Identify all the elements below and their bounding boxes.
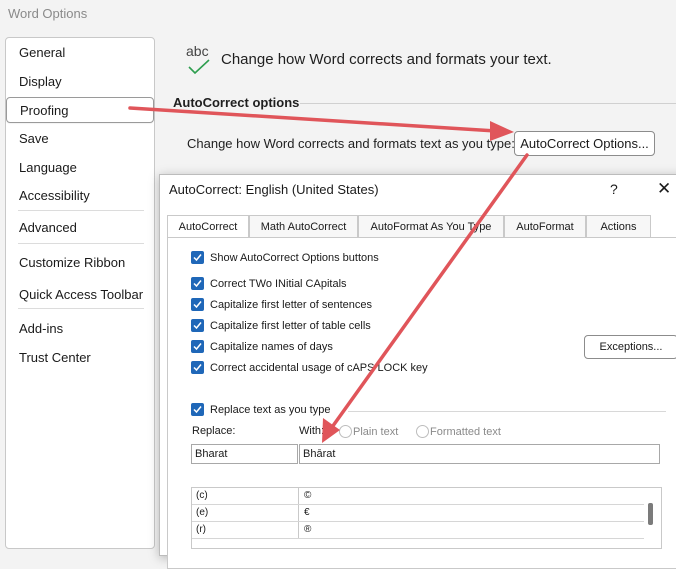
sidebar-item-save[interactable]: Save xyxy=(6,126,154,152)
sidebar-divider xyxy=(18,308,144,309)
autocorrect-description: Change how Word corrects and formats tex… xyxy=(187,136,515,151)
checkbox-checked-icon[interactable] xyxy=(191,277,204,290)
checkbox-checked-icon[interactable] xyxy=(191,361,204,374)
checkbox-checked-icon[interactable] xyxy=(191,403,204,416)
sidebar-divider xyxy=(18,210,144,211)
sidebar-item-trust-center[interactable]: Trust Center xyxy=(6,345,154,371)
checkbox-checked-icon[interactable] xyxy=(191,298,204,311)
column-divider xyxy=(298,488,299,504)
help-icon[interactable]: ? xyxy=(610,181,618,197)
column-divider xyxy=(298,522,299,538)
option-label: Correct TWo INitial CApitals xyxy=(210,278,347,290)
sidebar-item-add-ins[interactable]: Add-ins xyxy=(6,316,154,342)
column-divider xyxy=(298,505,299,521)
tab-autocorrect[interactable]: AutoCorrect xyxy=(167,215,249,238)
option-label: Capitalize names of days xyxy=(210,341,333,353)
window-title: Word Options xyxy=(8,6,88,21)
exceptions-button[interactable]: Exceptions... xyxy=(584,335,676,359)
sidebar-item-proofing[interactable]: Proofing xyxy=(6,97,154,123)
sidebar-item-display[interactable]: Display xyxy=(6,69,154,95)
autocorrect-dialog: AutoCorrect: English (United States) ? ✕… xyxy=(159,174,676,569)
close-icon[interactable]: ✕ xyxy=(657,179,671,199)
replace-cell: (r) xyxy=(196,524,206,535)
formatted-text-label: Formatted text xyxy=(430,426,501,438)
checkbox-checked-icon[interactable] xyxy=(191,340,204,353)
tab-autoformat[interactable]: AutoFormat xyxy=(504,215,586,237)
table-row[interactable]: (r) ® xyxy=(192,522,644,539)
with-cell: ® xyxy=(304,524,312,535)
sidebar: General Display Proofing Save Language A… xyxy=(5,37,155,549)
checkmark-icon xyxy=(188,59,210,75)
sidebar-item-quick-access-toolbar[interactable]: Quick Access Toolbar xyxy=(6,282,154,308)
with-cell: © xyxy=(304,490,312,501)
sidebar-item-customize-ribbon[interactable]: Customize Ribbon xyxy=(6,250,154,276)
arrow-to-autocorrect-button xyxy=(128,106,498,133)
autocorrect-options-button[interactable]: AutoCorrect Options... xyxy=(514,131,655,156)
option-label: Capitalize first letter of table cells xyxy=(210,320,371,332)
table-row[interactable]: (c) © xyxy=(192,488,644,505)
option-label: Correct accidental usage of cAPS LOCK ke… xyxy=(210,362,428,374)
tab-autoformat-as-you-type[interactable]: AutoFormat As You Type xyxy=(358,215,504,237)
sidebar-item-accessibility[interactable]: Accessibility xyxy=(6,183,154,209)
with-input[interactable]: Bhārat xyxy=(299,444,660,464)
with-label: With: xyxy=(299,425,325,437)
sidebar-item-language[interactable]: Language xyxy=(6,155,154,181)
replace-label: Replace: xyxy=(192,425,236,437)
with-cell: € xyxy=(304,507,310,518)
replacement-list[interactable]: (c) © (e) € (r) ® xyxy=(191,487,662,549)
tab-actions[interactable]: Actions xyxy=(586,215,651,237)
checkbox-checked-icon[interactable] xyxy=(191,251,204,264)
sidebar-item-general[interactable]: General xyxy=(6,40,154,66)
autocorrect-section-title: AutoCorrect options xyxy=(173,95,300,110)
option-label: Replace text as you type xyxy=(210,404,331,416)
plain-text-label: Plain text xyxy=(353,426,399,438)
sidebar-divider xyxy=(18,243,144,244)
option-label: Show AutoCorrect Options buttons xyxy=(210,252,379,264)
replace-cell: (c) xyxy=(196,490,208,501)
group-divider xyxy=(348,411,666,412)
replace-cell: (e) xyxy=(196,507,209,518)
section-divider xyxy=(300,103,676,104)
plain-text-radio[interactable] xyxy=(339,425,352,438)
option-label: Capitalize first letter of sentences xyxy=(210,299,373,311)
list-scrollbar[interactable] xyxy=(648,503,653,525)
table-row[interactable]: (e) € xyxy=(192,505,644,522)
header-description: Change how Word corrects and formats you… xyxy=(221,51,552,68)
formatted-text-radio[interactable] xyxy=(416,425,429,438)
dialog-title: AutoCorrect: English (United States) xyxy=(169,182,379,197)
tab-strip: AutoCorrect Math AutoCorrect AutoFormat … xyxy=(167,215,651,238)
replace-input[interactable]: Bharat xyxy=(191,444,298,464)
tab-math-autocorrect[interactable]: Math AutoCorrect xyxy=(249,215,358,237)
checkbox-checked-icon[interactable] xyxy=(191,319,204,332)
sidebar-item-advanced[interactable]: Advanced xyxy=(6,215,154,241)
